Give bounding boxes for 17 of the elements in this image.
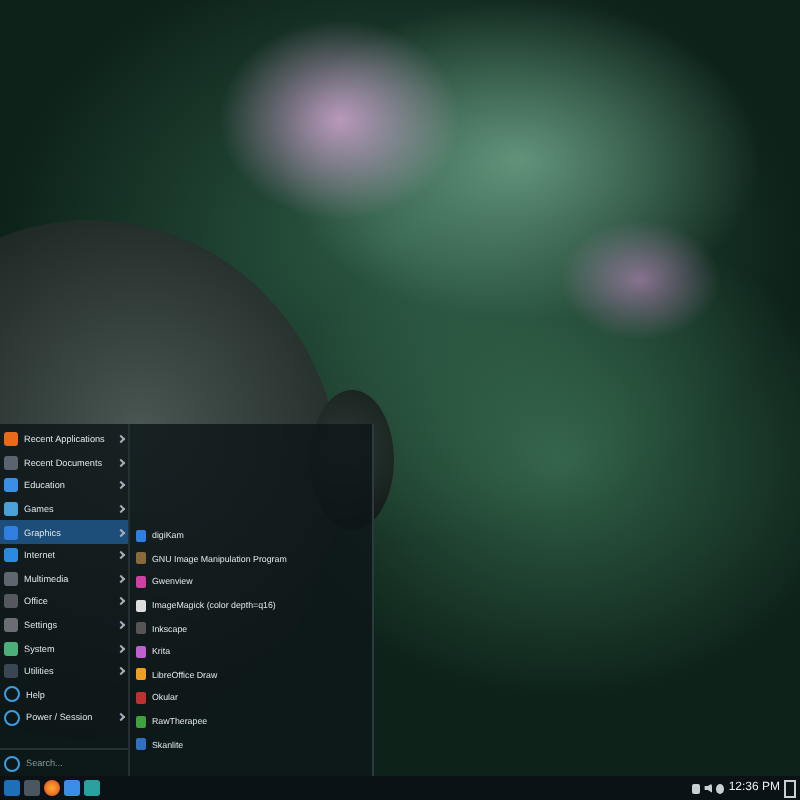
- chevron-icon: [116, 551, 126, 560]
- speaker-icon[interactable]: [704, 783, 713, 793]
- chevron-icon: [116, 481, 126, 491]
- chevron-icon: [116, 667, 126, 676]
- circle-icon: [4, 686, 20, 703]
- chevron-icon: [116, 574, 126, 583]
- circle-icon: [4, 709, 20, 726]
- show-desktop-icon[interactable]: [784, 779, 796, 797]
- chevron-icon: [116, 528, 126, 537]
- search-icon: [4, 755, 20, 771]
- chevron-icon: [116, 458, 126, 467]
- chevron-icon: [116, 504, 126, 514]
- chevron-icon: [116, 597, 126, 607]
- chevron-icon: [116, 713, 126, 723]
- chevron-icon: [116, 620, 126, 630]
- chevron-icon: [116, 435, 126, 444]
- chevron-icon: [116, 644, 126, 653]
